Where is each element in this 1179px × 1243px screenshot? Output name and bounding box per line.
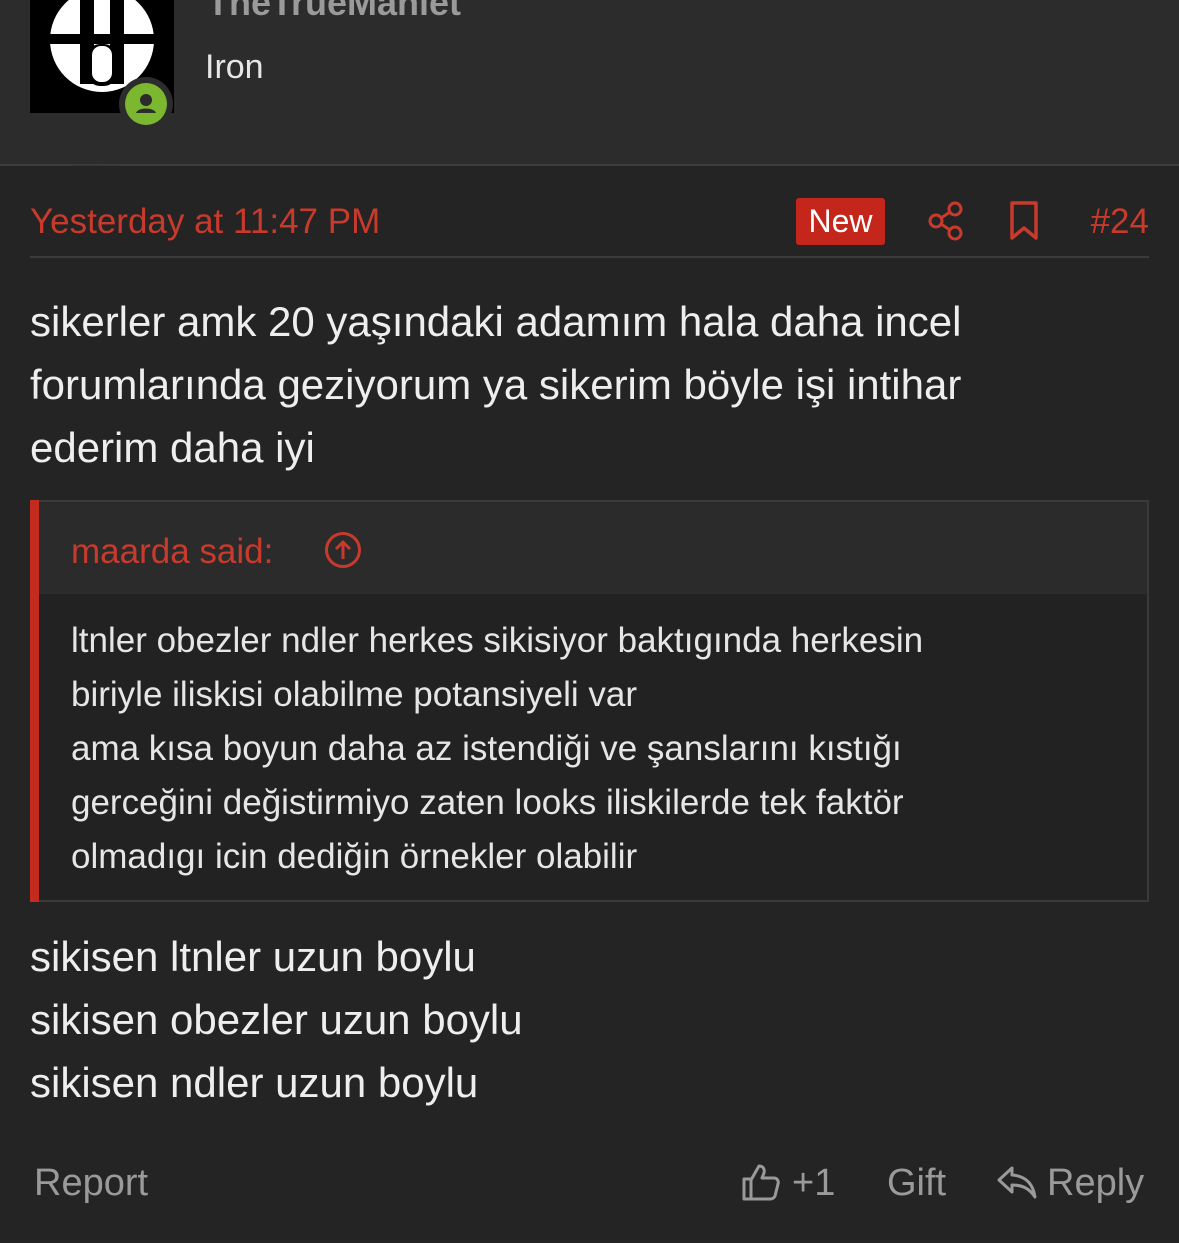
quote-author[interactable]: maarda said: [71, 532, 273, 572]
like-icon[interactable] [741, 1162, 781, 1202]
user-header: TheTrueManlet Iron [0, 0, 1179, 166]
quote-line: gerceğini değistirmiyo zaten looks ilisk… [71, 783, 904, 822]
share-icon[interactable] [926, 200, 966, 242]
post-body: sikerler amk 20 yaşındaki adamım hala da… [30, 290, 1140, 479]
like-count[interactable]: +1 [792, 1162, 835, 1205]
online-dot [125, 83, 167, 125]
reply-button[interactable]: Reply [1047, 1162, 1144, 1205]
username[interactable]: TheTrueManlet [207, 0, 461, 24]
quote-bar [30, 500, 39, 902]
post-reply-text: sikisen ltnler uzun boylu sikisen obezle… [30, 925, 523, 1114]
post-meta: Yesterday at 11:47 PM New #24 [30, 190, 1149, 258]
reply-line: sikisen obezler uzun boylu [30, 996, 523, 1043]
post-timestamp[interactable]: Yesterday at 11:47 PM [30, 202, 380, 242]
quote-header: maarda said: [39, 502, 1147, 594]
reply-line: sikisen ltnler uzun boylu [30, 933, 476, 980]
post-body-line: ederim daha iyi [30, 424, 315, 471]
reply-line: sikisen ndler uzun boylu [30, 1059, 479, 1106]
new-badge: New [796, 198, 885, 245]
quote-line: biriyle iliskisi olabilme potansiyeli va… [71, 675, 638, 714]
quote-line: ama kısa boyun daha az istendiği ve şans… [71, 729, 902, 768]
post-actions: Report +1 Gift Reply [0, 1150, 1179, 1220]
online-status-badge [119, 77, 173, 131]
post-body-line: forumlarında geziyorum ya sikerim böyle … [30, 361, 962, 408]
post-number-link[interactable]: #24 [1091, 202, 1149, 242]
quote-body: ltnler obezler ndler herkes sikisiyor ba… [39, 594, 1147, 900]
report-button[interactable]: Report [34, 1162, 148, 1205]
post-body-line: sikerler amk 20 yaşındaki adamım hala da… [30, 298, 962, 345]
bookmark-icon[interactable] [1008, 200, 1040, 242]
reply-icon[interactable] [996, 1164, 1038, 1200]
go-to-quote-icon[interactable] [323, 530, 363, 570]
quote-line: ltnler obezler ndler herkes sikisiyor ba… [71, 621, 924, 660]
gift-button[interactable]: Gift [887, 1162, 946, 1205]
user-title: Iron [205, 48, 264, 86]
user-icon [136, 94, 156, 113]
quote-text: ltnler obezler ndler herkes sikisiyor ba… [71, 614, 923, 884]
quote-line: olmadıgı icin dediğin örnekler olabilir [71, 837, 638, 876]
header-divider [0, 164, 1179, 166]
quote-block: maarda said: ltnler obezler ndler herkes… [30, 500, 1149, 902]
